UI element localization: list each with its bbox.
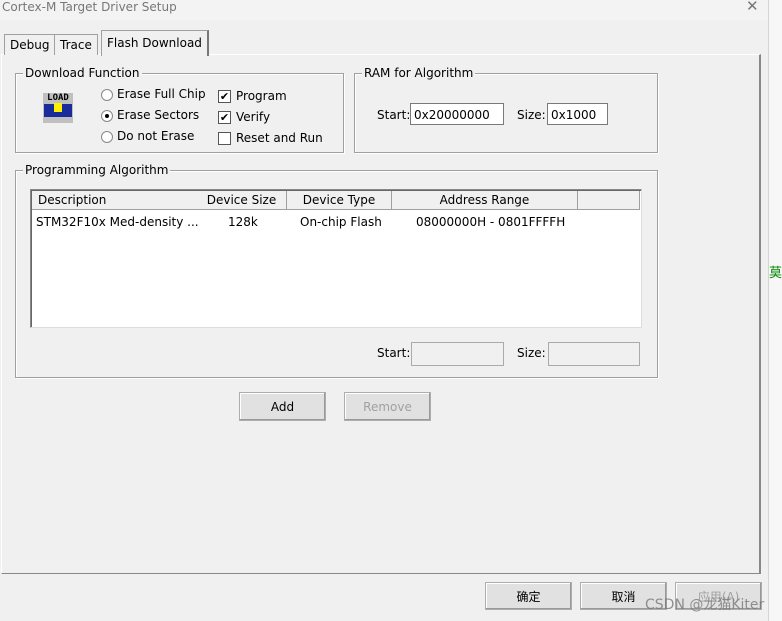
tab-debug[interactable]: Debug (4, 34, 56, 55)
radio-label: Erase Full Chip (117, 87, 206, 101)
title-bar: Cortex-M Target Driver Setup ✕ (0, 0, 768, 20)
close-icon[interactable]: ✕ (746, 0, 759, 15)
radio-label: Do not Erase (117, 129, 195, 143)
algo-size-label: Size: (517, 346, 546, 360)
cell-size: 128k (228, 215, 258, 229)
remove-button[interactable]: Remove (344, 392, 431, 421)
column-device-size[interactable]: Device Size (197, 191, 287, 210)
group-label: RAM for Algorithm (362, 66, 476, 80)
radio-erase-full-chip[interactable] (101, 89, 113, 101)
window-title: Cortex-M Target Driver Setup (2, 0, 177, 14)
column-device-type[interactable]: Device Type (287, 191, 392, 210)
algo-start-label: Start: (377, 346, 411, 360)
load-icon: LOAD (43, 93, 73, 123)
column-address-range[interactable]: Address Range (392, 191, 578, 210)
algo-size-input[interactable] (548, 342, 640, 366)
add-button[interactable]: Add (239, 392, 326, 421)
cell-description: STM32F10x Med-density ... (36, 215, 199, 229)
column-description[interactable]: Description (32, 191, 198, 210)
ram-size-input[interactable]: 0x1000 (547, 103, 608, 125)
radio-label: Erase Sectors (117, 108, 200, 122)
cell-range: 08000000H - 0801FFFFH (416, 215, 566, 229)
radio-erase-sectors[interactable] (101, 110, 113, 122)
ram-start-label: Start: (377, 108, 411, 122)
ram-size-label: Size: (517, 108, 546, 122)
ok-button[interactable]: 确定 (485, 582, 572, 610)
checkbox-label: Reset and Run (236, 131, 323, 145)
checkbox-program[interactable]: ✔ (218, 90, 231, 103)
tab-flash-download[interactable]: Flash Download (101, 30, 209, 56)
watermark: CSDN @龙猫Kiter (645, 597, 765, 613)
background-window: 莫 (768, 0, 782, 621)
column-empty[interactable] (578, 191, 640, 210)
algorithm-table[interactable]: Description Device Size Device Type Addr… (30, 189, 642, 328)
group-label: Download Function (23, 66, 142, 80)
checkbox-verify[interactable]: ✔ (218, 111, 231, 124)
radio-do-not-erase[interactable] (101, 131, 113, 143)
checkbox-label: Program (236, 89, 287, 103)
checkbox-label: Verify (236, 110, 271, 124)
cell-type: On-chip Flash (300, 215, 382, 229)
group-label: Programming Algorithm (23, 163, 171, 177)
background-text: 莫 (769, 266, 782, 281)
algo-start-input[interactable] (411, 342, 504, 366)
checkbox-reset-and-run[interactable] (218, 132, 231, 145)
tab-trace[interactable]: Trace (54, 34, 98, 55)
ram-start-input[interactable]: 0x20000000 (410, 103, 504, 125)
